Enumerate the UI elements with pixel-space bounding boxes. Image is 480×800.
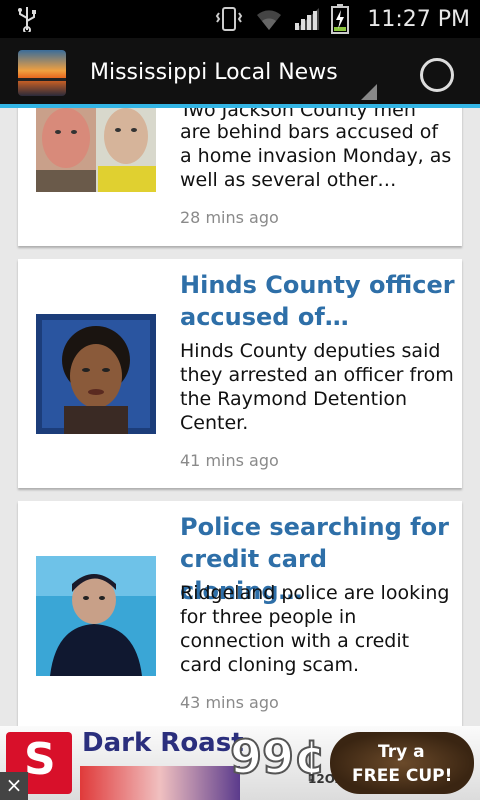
ad-cta-line1: Try a [378,742,425,762]
clock: 11:27 PM [367,6,470,32]
ad-cta-line2: FREE CUP! [352,766,453,786]
surveillance-man-image [36,556,156,676]
mugshot-two-men-image [36,108,156,192]
dropdown-indicator-icon[interactable] [361,84,377,100]
news-card[interactable]: Hinds County officer accused of… Hinds C… [18,259,462,488]
card-timestamp: 28 mins ago [180,208,279,227]
signal-icon [295,8,320,30]
card-summary: Ridgeland police are looking for three p… [180,582,450,676]
card-timestamp: 43 mins ago [180,693,279,712]
card-summary: Hinds County deputies said they arrested… [180,340,454,434]
news-feed[interactable]: Two Jackson County men are behind bars a… [0,108,480,726]
status-bar: 11:27 PM [0,0,480,38]
battery-charging-icon [331,4,350,34]
mugshot-woman-image [36,314,156,434]
news-card[interactable]: Police searching for credit card cloning… [18,501,462,726]
app-title[interactable]: Mississippi Local News [90,60,338,85]
wifi-icon [257,10,282,30]
speedway-s-icon: S [24,734,56,785]
ad-headline: Dark Roast [82,728,244,758]
action-bar: Mississippi Local News [0,38,480,108]
card-headline[interactable]: Hinds County officer accused of… [180,269,455,333]
ad-stripe [80,766,240,800]
vibrate-icon [216,7,243,31]
news-card[interactable]: Two Jackson County men are behind bars a… [18,108,462,246]
card-timestamp: 41 mins ago [180,451,279,470]
ad-banner[interactable]: S Dark Roast 99¢ 12OZ Try a FREE CUP! [0,726,480,800]
close-ad-icon[interactable]: × [0,772,28,800]
refresh-icon[interactable] [420,58,454,92]
card-summary: are behind bars accused of a home invasi… [180,121,452,191]
usb-icon [18,7,36,32]
app-icon[interactable] [18,50,66,96]
